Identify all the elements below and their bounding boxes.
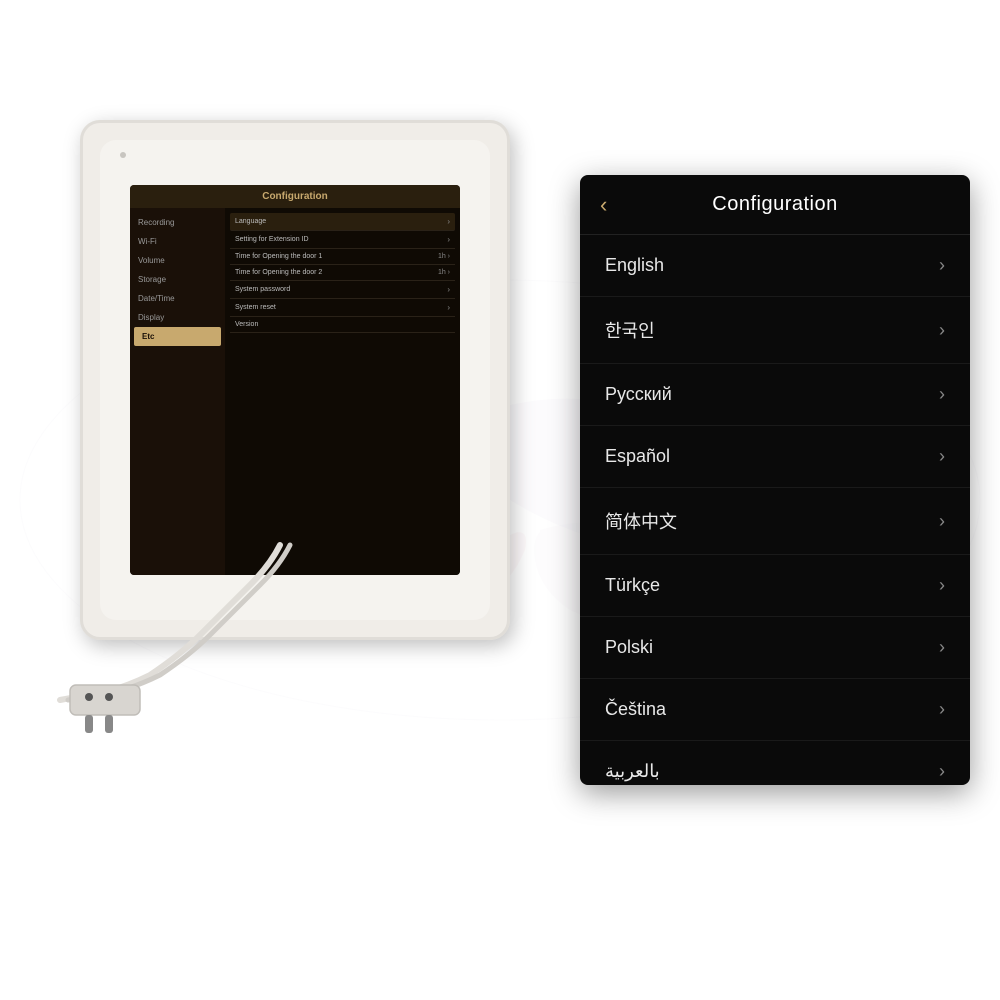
sidebar-etc: Etc (134, 327, 221, 346)
chevron-turkish: › (939, 575, 945, 596)
lang-item-russian[interactable]: Русский › (580, 364, 970, 426)
screen-content: Recording Wi-Fi Volume Storage Date/Time… (130, 208, 460, 575)
sidebar-wifi: Wi-Fi (130, 232, 225, 251)
lang-name-polish: Polski (605, 637, 653, 658)
cable-container (50, 535, 350, 740)
screen-header: Configuration (130, 185, 460, 208)
lang-item-chinese[interactable]: 简体中文 › (580, 488, 970, 555)
config-panel: ‹ Configuration English › 한국인 › Русский … (580, 175, 970, 785)
screen-item-reset: System reset › (230, 299, 455, 317)
lang-item-turkish[interactable]: Türkçe › (580, 555, 970, 617)
sidebar-display: Display (130, 308, 225, 327)
lang-item-spanish[interactable]: Español › (580, 426, 970, 488)
screen-item-extension: Setting for Extension ID › (230, 231, 455, 249)
screen-main: Language › Setting for Extension ID › Ti… (225, 208, 460, 575)
chevron-korean: › (939, 320, 945, 341)
lang-name-chinese: 简体中文 (605, 508, 677, 534)
lang-name-spanish: Español (605, 446, 670, 467)
sidebar-recording: Recording (130, 213, 225, 232)
lang-name-english: English (605, 255, 664, 276)
chevron-chinese: › (939, 511, 945, 532)
lang-item-czech[interactable]: Čeština › (580, 679, 970, 741)
screen-sidebar: Recording Wi-Fi Volume Storage Date/Time… (130, 208, 225, 575)
lang-name-russian: Русский (605, 384, 672, 405)
chevron-russian: › (939, 384, 945, 405)
power-cable (50, 535, 350, 735)
lang-item-english[interactable]: English › (580, 235, 970, 297)
lang-name-turkish: Türkçe (605, 575, 660, 596)
chevron-polish: › (939, 637, 945, 658)
camera-dot (120, 152, 126, 158)
language-list: English › 한국인 › Русский › Español › 简体中文… (580, 235, 970, 785)
config-header: ‹ Configuration (580, 175, 970, 235)
tablet-screen: Configuration Recording Wi-Fi Volume Sto… (130, 185, 460, 575)
screen-item-version: Version (230, 317, 455, 333)
chevron-arabic: › (939, 761, 945, 782)
lang-item-polish[interactable]: Polski › (580, 617, 970, 679)
config-title: Configuration (712, 193, 837, 216)
sidebar-storage: Storage (130, 270, 225, 289)
device-container: Configuration Recording Wi-Fi Volume Sto… (30, 120, 550, 800)
lang-item-arabic[interactable]: بالعربية › (580, 741, 970, 785)
back-button[interactable]: ‹ (600, 192, 607, 218)
lang-name-arabic: بالعربية (605, 761, 660, 782)
sidebar-datetime: Date/Time (130, 289, 225, 308)
chevron-czech: › (939, 699, 945, 720)
screen-item-password: System password › (230, 281, 455, 299)
chevron-spanish: › (939, 446, 945, 467)
chevron-english: › (939, 255, 945, 276)
screen-item-language: Language › (230, 213, 455, 231)
screen-item-door2: Time for Opening the door 2 1h › (230, 265, 455, 281)
lang-name-czech: Čeština (605, 699, 666, 720)
lang-name-korean: 한국인 (605, 317, 655, 343)
lang-item-korean[interactable]: 한국인 › (580, 297, 970, 364)
screen-item-door1: Time for Opening the door 1 1h › (230, 249, 455, 265)
sidebar-volume: Volume (130, 251, 225, 270)
